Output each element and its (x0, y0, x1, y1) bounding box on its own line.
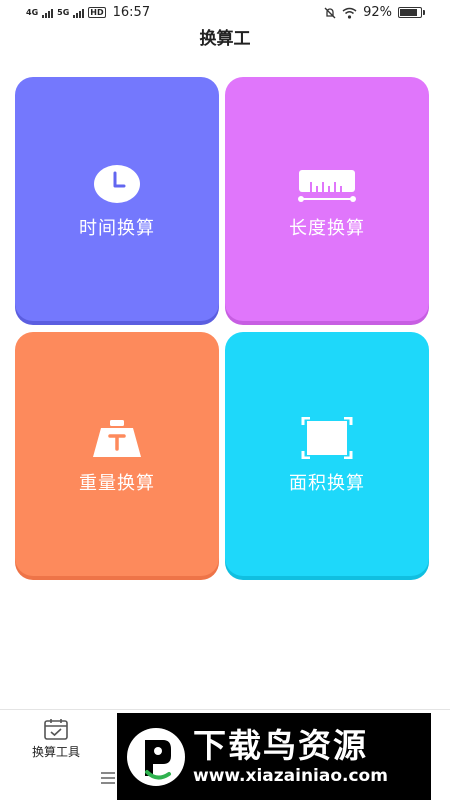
tile-label: 长度换算 (289, 218, 365, 239)
status-bar: 4G 5G HD 16:57 92% (0, 0, 450, 26)
ruler-icon (298, 170, 356, 202)
tile-label: 重量换算 (79, 473, 155, 494)
signal-icon-2 (73, 8, 85, 18)
bird-logo-icon (127, 727, 185, 786)
tile-label: 时间换算 (79, 218, 155, 239)
mute-icon (324, 7, 336, 18)
clock-icon (94, 165, 140, 203)
calendar-icon (44, 719, 68, 740)
tab-label: 换算工具 (31, 745, 80, 759)
tile-time-conversion[interactable]: 时间换算 (15, 77, 219, 321)
tile-label: 面积换算 (289, 473, 365, 494)
tile-weight-conversion[interactable]: 重量换算 (15, 332, 219, 576)
status-left: 4G 5G HD 16:57 (26, 5, 150, 20)
hd-icon: HD (88, 7, 106, 18)
menu-icon[interactable] (100, 772, 116, 784)
tile-length-conversion[interactable]: 长度换算 (225, 77, 429, 321)
battery-fill (400, 9, 417, 16)
battery-icon (398, 7, 425, 18)
tile-area-conversion[interactable]: 面积换算 (225, 332, 429, 576)
watermark-title: 下载鸟资源 (193, 725, 368, 765)
area-icon (301, 417, 353, 459)
status-right: 92% (324, 5, 425, 20)
network-5g: 5G (57, 7, 70, 17)
wifi-icon (342, 7, 357, 19)
signal-icon (42, 8, 54, 18)
watermark-banner: 下载鸟资源 www.xiazainiao.com (117, 713, 431, 800)
watermark-url: www.xiazainiao.com (193, 765, 388, 786)
weight-icon (93, 420, 141, 457)
battery-percent: 92% (363, 5, 392, 20)
status-time: 16:57 (112, 5, 151, 20)
network-4g: 4G (26, 7, 39, 17)
page-title: 换算工 (199, 29, 251, 49)
tab-conversion-tools[interactable]: 换算工具 (18, 718, 94, 760)
